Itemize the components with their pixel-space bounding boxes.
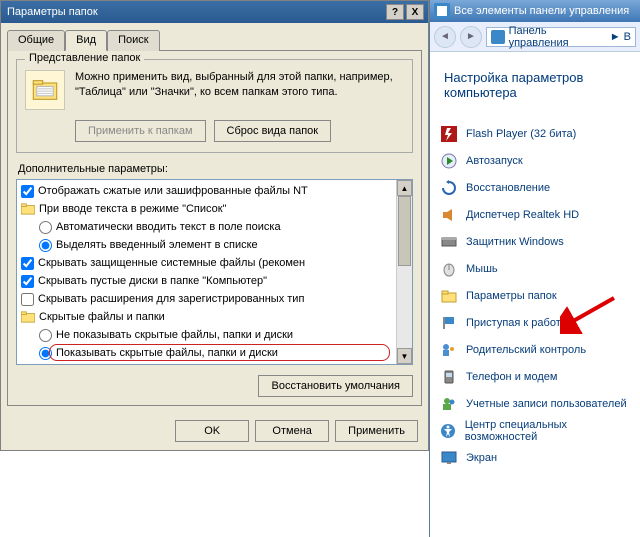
folder-views-group: Представление папок Можно применить вид,… xyxy=(16,59,413,153)
family-icon xyxy=(440,341,458,359)
cp-link[interactable]: Восстановление xyxy=(466,182,550,194)
scroll-down-button[interactable]: ▼ xyxy=(397,348,412,364)
cp-item-flash: Flash Player (32 бита) xyxy=(440,120,630,147)
tab-view[interactable]: Вид xyxy=(65,30,107,51)
cp-titlebar[interactable]: Все элементы панели управления xyxy=(430,0,640,22)
tab-general[interactable]: Общие xyxy=(7,30,65,51)
advanced-label: Дополнительные параметры: xyxy=(18,163,413,175)
opt-show-compressed[interactable] xyxy=(21,185,34,198)
cp-item-realtek: Диспетчер Realtek HD xyxy=(440,201,630,228)
mouse-icon xyxy=(440,260,458,278)
folder-views-icon xyxy=(25,70,65,110)
folder-views-title: Представление папок xyxy=(25,52,144,64)
dialog-title: Параметры папок xyxy=(5,6,384,18)
cp-item-defender: Защитник Windows xyxy=(440,228,630,255)
control-panel-icon xyxy=(491,30,505,44)
ok-button[interactable]: OK xyxy=(175,420,249,442)
tab-search[interactable]: Поиск xyxy=(107,30,159,51)
folder-icon xyxy=(440,287,458,305)
cp-item-display: Экран xyxy=(440,444,630,471)
recovery-icon xyxy=(440,179,458,197)
cp-item-autoplay: Автозапуск xyxy=(440,147,630,174)
control-panel-window: Все элементы панели управления ◄ ► Панел… xyxy=(429,0,640,537)
cp-link[interactable]: Параметры папок xyxy=(466,290,557,302)
folder-icon xyxy=(21,311,35,323)
cp-item-getting-started: Приступая к работе xyxy=(440,309,630,336)
flag-icon xyxy=(440,314,458,332)
cp-list: Flash Player (32 бита) Автозапуск Восста… xyxy=(430,120,640,471)
cp-link[interactable]: Мышь xyxy=(466,263,498,275)
cp-link[interactable]: Диспетчер Realtek HD xyxy=(466,209,579,221)
cp-item-mouse: Мышь xyxy=(440,255,630,282)
address-bar[interactable]: Панель управления ► В xyxy=(486,27,636,47)
opt-dont-show-hidden[interactable] xyxy=(39,329,52,342)
cp-item-recovery: Восстановление xyxy=(440,174,630,201)
apply-button[interactable]: Применить xyxy=(335,420,418,442)
scrollbar[interactable]: ▲ ▼ xyxy=(396,180,412,364)
close-button[interactable]: X xyxy=(406,4,424,20)
opt-hide-protected[interactable] xyxy=(21,257,34,270)
phone-icon xyxy=(440,368,458,386)
autoplay-icon xyxy=(440,152,458,170)
breadcrumb-tail: В xyxy=(624,31,631,43)
dialog-titlebar[interactable]: Параметры папок ? X xyxy=(1,1,428,23)
cp-link[interactable]: Автозапуск xyxy=(466,155,523,167)
display-icon xyxy=(440,449,458,467)
cp-link[interactable]: Учетные записи пользователей xyxy=(466,398,627,410)
cp-item-parental: Родительский контроль xyxy=(440,336,630,363)
cp-item-users: Учетные записи пользователей xyxy=(440,390,630,417)
cp-link[interactable]: Экран xyxy=(466,452,497,464)
cp-link[interactable]: Телефон и модем xyxy=(466,371,557,383)
help-button[interactable]: ? xyxy=(386,4,404,20)
scroll-thumb[interactable] xyxy=(398,196,411,266)
cp-item-phone: Телефон и модем xyxy=(440,363,630,390)
cancel-button[interactable]: Отмена xyxy=(255,420,329,442)
chevron-right-icon: ► xyxy=(607,31,624,43)
opt-hide-empty-drives[interactable] xyxy=(21,275,34,288)
opt-select-typed[interactable] xyxy=(39,239,52,252)
cp-link[interactable]: Центр специальных возможностей xyxy=(465,419,630,443)
cp-link[interactable]: Защитник Windows xyxy=(466,236,564,248)
opt-show-hidden[interactable] xyxy=(39,347,52,360)
cp-nav: ◄ ► Панель управления ► В xyxy=(430,22,640,52)
breadcrumb[interactable]: Панель управления xyxy=(509,25,607,49)
control-panel-icon xyxy=(434,3,450,19)
nav-forward-button[interactable]: ► xyxy=(460,26,482,48)
cp-item-folder-options: Параметры папок xyxy=(440,282,630,309)
tab-panel-view: Представление папок Можно применить вид,… xyxy=(7,50,422,406)
cp-link[interactable]: Приступая к работе xyxy=(466,317,567,329)
folder-views-desc: Можно применить вид, выбранный для этой … xyxy=(75,70,404,110)
speaker-icon xyxy=(440,206,458,224)
dialog-buttons: OK Отмена Применить xyxy=(1,412,428,450)
cp-link[interactable]: Родительский контроль xyxy=(466,344,586,356)
opt-hide-extensions[interactable] xyxy=(21,293,34,306)
accessibility-icon xyxy=(440,422,457,440)
shield-icon xyxy=(440,233,458,251)
apply-to-folders-button[interactable]: Применить к папкам xyxy=(75,120,206,142)
opt-auto-search[interactable] xyxy=(39,221,52,234)
advanced-settings-tree[interactable]: Отображать сжатые или зашифрованные файл… xyxy=(16,179,413,365)
flash-icon xyxy=(440,125,458,143)
folder-options-dialog: Параметры папок ? X Общие Вид Поиск Пред… xyxy=(0,0,429,451)
restore-defaults-button[interactable]: Восстановить умолчания xyxy=(258,375,413,397)
users-icon xyxy=(440,395,458,413)
tab-strip: Общие Вид Поиск xyxy=(1,23,428,50)
folder-icon xyxy=(21,203,35,215)
nav-back-button[interactable]: ◄ xyxy=(434,26,456,48)
reset-folders-button[interactable]: Сброс вида папок xyxy=(214,120,332,142)
scroll-up-button[interactable]: ▲ xyxy=(397,180,412,196)
cp-heading: Настройка параметров компьютера xyxy=(430,52,640,120)
cp-title-text: Все элементы панели управления xyxy=(454,5,629,17)
cp-link[interactable]: Flash Player (32 бита) xyxy=(466,128,576,140)
cp-item-ease-of-access: Центр специальных возможностей xyxy=(440,417,630,444)
